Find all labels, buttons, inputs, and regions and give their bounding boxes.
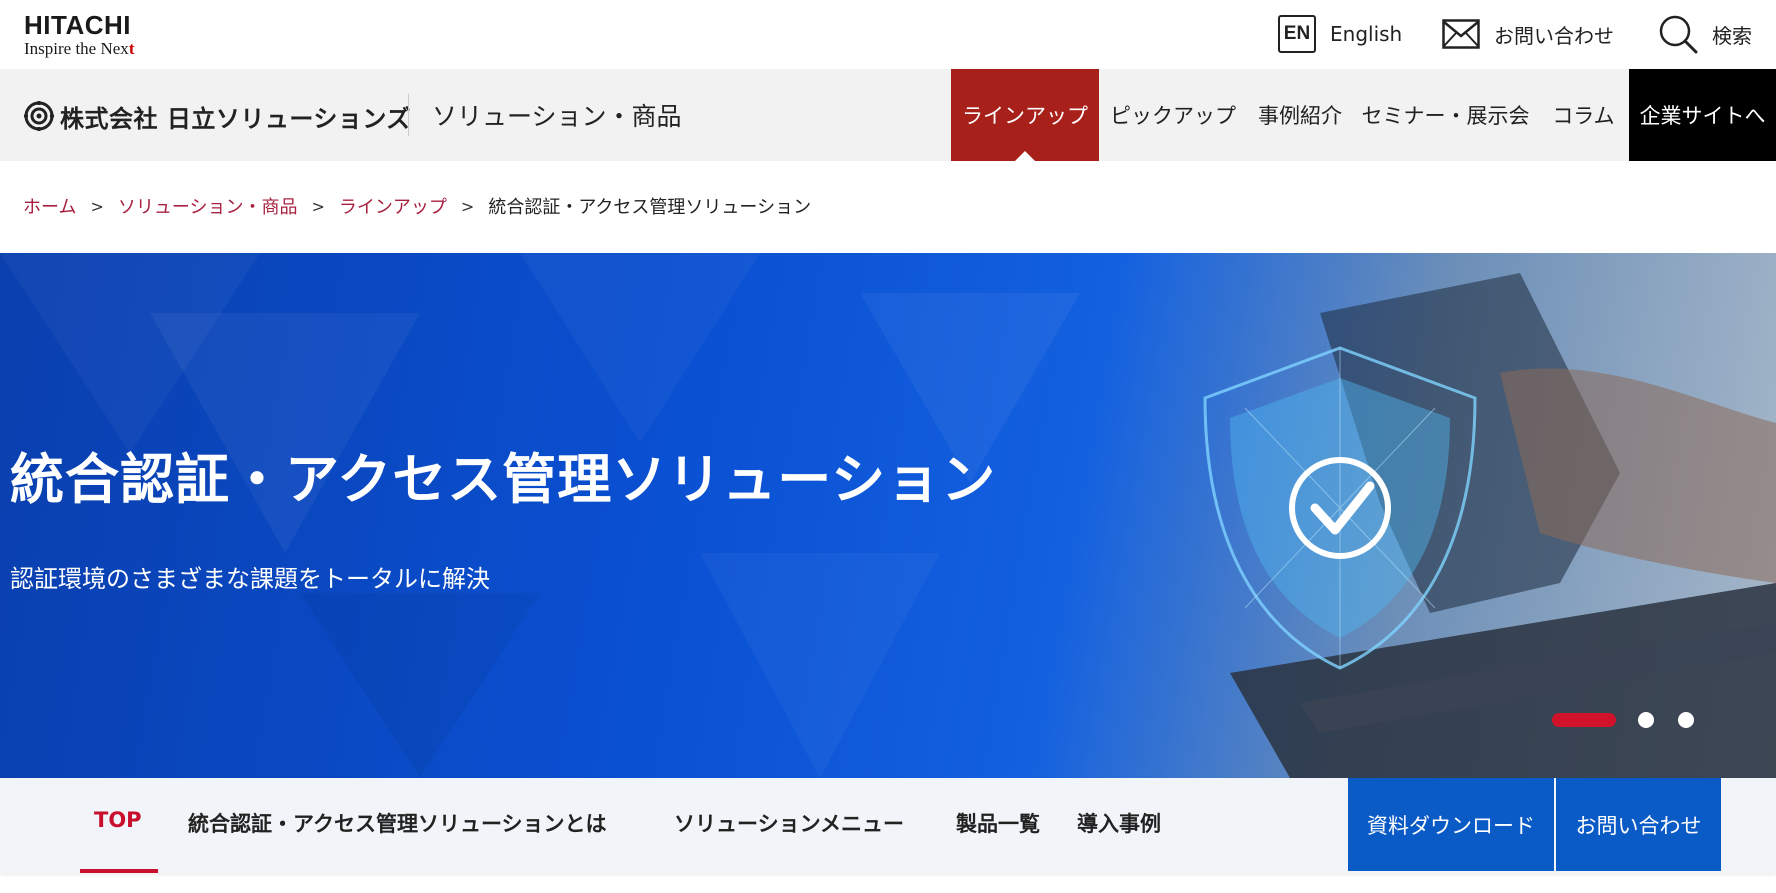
tab-case-studies[interactable]: 導入事例 [1077, 808, 1161, 838]
breadcrumb: ホーム > ソリューション・商品 > ラインアップ > 統合認証・アクセス管理ソ… [23, 193, 811, 219]
logo-tagline-accent: t [128, 39, 135, 58]
hero-banner: 統合認証・アクセス管理ソリューション 認証環境のさまざまな課題をトータルに解決 [0, 253, 1776, 778]
tab-top[interactable]: TOP [94, 808, 142, 832]
breadcrumb-current: 統合認証・アクセス管理ソリューション [488, 197, 812, 218]
tab-solution-menu[interactable]: ソリューションメニュー [674, 808, 904, 838]
nav-corporate-site[interactable]: 企業サイトへ [1629, 69, 1776, 161]
page-subnav: TOP 統合認証・アクセス管理ソリューションとは ソリューションメニュー 製品一… [0, 778, 1776, 873]
active-caret [1015, 151, 1035, 161]
nav-lineup-label: ラインアップ [962, 104, 1088, 128]
contact-link[interactable]: お問い合わせ [1442, 14, 1614, 54]
nav-pickup-label: ピックアップ [1110, 104, 1236, 128]
en-badge-icon: EN [1278, 15, 1316, 53]
main-header: 株式会社 日立ソリューションズ ソリューション・商品 ラインアップ ピックアップ… [0, 69, 1776, 161]
mail-icon [1442, 19, 1480, 49]
breadcrumb-solutions[interactable]: ソリューション・商品 [118, 193, 298, 219]
nav-seminars[interactable]: セミナー・展示会 [1353, 69, 1538, 161]
english-link[interactable]: EN English [1278, 14, 1402, 54]
en-badge-text: EN [1278, 15, 1316, 53]
hitachi-logo[interactable]: HITACHI Inspire the Next [24, 12, 184, 58]
search-icon [1658, 14, 1698, 54]
contact-button[interactable]: お問い合わせ [1556, 778, 1721, 871]
breadcrumb-home[interactable]: ホーム [23, 193, 76, 219]
nav-case-studies[interactable]: 事例紹介 [1247, 69, 1353, 161]
shield-check-icon [1203, 346, 1477, 670]
carousel-dot-1[interactable] [1552, 713, 1616, 727]
section-title: ソリューション・商品 [432, 102, 682, 131]
breadcrumb-separator: > [311, 196, 325, 216]
search-link[interactable]: 検索 [1658, 14, 1752, 54]
hero-background-graphic [0, 253, 1776, 778]
logo-tagline-text: Inspire the Nex [24, 39, 129, 58]
logo-tagline: Inspire the Next [24, 40, 184, 58]
search-label: 検索 [1712, 23, 1752, 48]
nav-case-studies-label: 事例紹介 [1258, 104, 1342, 128]
nav-corporate-site-label: 企業サイトへ [1639, 104, 1766, 128]
company-logo[interactable]: 株式会社 日立ソリューションズ [24, 99, 411, 133]
hero-subtitle: 認証環境のさまざまな課題をトータルに解決 [10, 565, 490, 593]
english-label: English [1330, 22, 1403, 46]
nav-seminars-label: セミナー・展示会 [1361, 104, 1530, 128]
hero-title: 統合認証・アクセス管理ソリューション [10, 448, 997, 511]
nav-lineup[interactable]: ラインアップ [951, 69, 1099, 161]
company-mark-icon [24, 101, 54, 131]
top-utility-bar: HITACHI Inspire the Next EN English お問い合… [0, 0, 1776, 69]
logo-brand: HITACHI [24, 10, 132, 40]
breadcrumb-separator: > [460, 196, 475, 216]
company-name: 株式会社 日立ソリューションズ [60, 104, 411, 133]
active-tab-indicator [80, 869, 158, 873]
download-docs-button[interactable]: 資料ダウンロード [1348, 778, 1554, 871]
header-divider [408, 94, 409, 136]
breadcrumb-separator: > [90, 196, 104, 216]
carousel-dot-3[interactable] [1678, 712, 1694, 728]
tab-products[interactable]: 製品一覧 [956, 808, 1040, 838]
contact-label: お問い合わせ [1494, 23, 1614, 48]
carousel-dot-2[interactable] [1638, 712, 1654, 728]
nav-column[interactable]: コラム [1538, 69, 1629, 161]
carousel-indicators [1552, 710, 1718, 730]
breadcrumb-lineup[interactable]: ラインアップ [339, 193, 447, 219]
nav-pickup[interactable]: ピックアップ [1099, 69, 1247, 161]
nav-column-label: コラム [1552, 104, 1615, 128]
tab-about[interactable]: 統合認証・アクセス管理ソリューションとは [188, 808, 607, 838]
contact-button-label: お問い合わせ [1575, 813, 1702, 838]
download-docs-label: 資料ダウンロード [1367, 813, 1535, 838]
